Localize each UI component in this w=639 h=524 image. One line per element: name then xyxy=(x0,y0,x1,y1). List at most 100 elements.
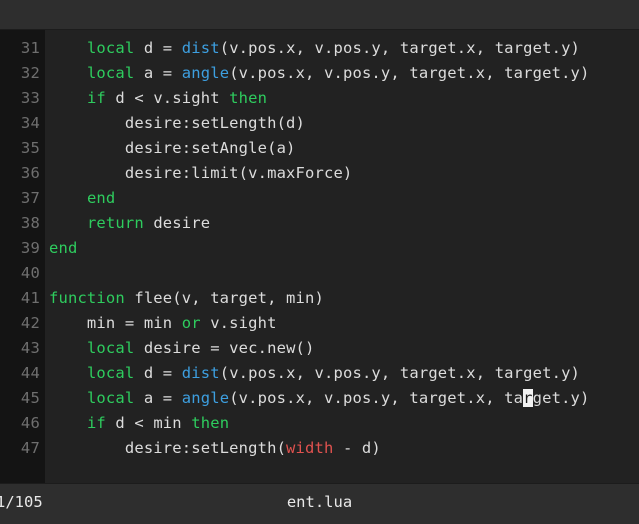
code-token-txt: get.y) xyxy=(532,389,590,407)
code-token-txt: d = xyxy=(134,39,182,57)
line-content[interactable]: desire:setAngle(a) xyxy=(45,136,639,161)
code-line[interactable]: 43 local desire = vec.new() xyxy=(0,336,639,361)
code-token-glob: width xyxy=(286,439,334,457)
line-content[interactable]: end xyxy=(45,186,639,211)
code-token-txt: desire:setLength(d) xyxy=(49,114,306,132)
code-token-fn: angle xyxy=(181,389,230,407)
code-token-txt: (v.pos.x, v.pos.y, target.x, ta xyxy=(229,389,524,407)
code-token-txt: desire xyxy=(143,214,211,232)
code-token-txt: a = xyxy=(134,64,182,82)
code-token-kw: local xyxy=(86,364,135,382)
code-token-fn: angle xyxy=(181,64,230,82)
line-content[interactable] xyxy=(45,261,639,286)
code-line[interactable]: 42 min = min or v.sight xyxy=(0,311,639,336)
text-cursor: r xyxy=(523,389,533,407)
code-token-kw: end xyxy=(86,189,116,207)
code-token-kw: return xyxy=(86,214,144,232)
code-line[interactable]: 39 end xyxy=(0,236,639,261)
code-line[interactable]: 41 function flee(v, target, min) xyxy=(0,286,639,311)
code-line[interactable]: 37 end xyxy=(0,186,639,211)
line-content[interactable]: if d < v.sight then xyxy=(45,86,639,111)
code-line[interactable]: 44 local d = dist(v.pos.x, v.pos.y, targ… xyxy=(0,361,639,386)
code-line[interactable]: 38 return desire xyxy=(0,211,639,236)
status-bar: 1/105 ent.lua xyxy=(0,483,639,524)
code-token-kw: then xyxy=(191,414,230,432)
code-token-txt: flee(v, target, min) xyxy=(124,289,324,307)
line-content[interactable]: function flee(v, target, min) xyxy=(45,286,639,311)
code-token-txt: d = xyxy=(134,364,182,382)
line-number: 34 xyxy=(0,111,45,136)
code-token-txt: (v.pos.x, v.pos.y, target.x, target.y) xyxy=(219,364,581,382)
code-line[interactable]: 47 desire:setLength(width - d) xyxy=(0,436,639,461)
code-lines-container[interactable]: 31 local d = dist(v.pos.x, v.pos.y, targ… xyxy=(0,36,639,461)
code-token-txt: v.sight xyxy=(200,314,277,332)
line-number: 44 xyxy=(0,361,45,386)
code-token-txt: desire:setLength( xyxy=(49,439,287,457)
line-content[interactable]: if d < min then xyxy=(45,411,639,436)
line-number: 45 xyxy=(0,386,45,411)
code-line[interactable]: 34 desire:setLength(d) xyxy=(0,111,639,136)
editor-window: 31 local d = dist(v.pos.x, v.pos.y, targ… xyxy=(0,0,639,524)
code-token-kw: local xyxy=(86,339,135,357)
line-content[interactable]: desire:setLength(d) xyxy=(45,111,639,136)
code-token-kw: local xyxy=(86,389,135,407)
code-token-txt: d < v.sight xyxy=(105,89,230,107)
code-token-txt: (v.pos.x, v.pos.y, target.x, target.y) xyxy=(219,39,581,57)
line-content[interactable]: local a = angle(v.pos.x, v.pos.y, target… xyxy=(45,386,639,411)
code-token-fn: dist xyxy=(181,364,220,382)
code-token-fn: dist xyxy=(181,39,220,57)
code-line[interactable]: 33 if d < v.sight then xyxy=(0,86,639,111)
line-number: 46 xyxy=(0,411,45,436)
code-token-txt: (v.pos.x, v.pos.y, target.x, target.y) xyxy=(229,64,590,82)
code-token-kw: then xyxy=(229,89,268,107)
line-content[interactable]: return desire xyxy=(45,211,639,236)
code-line[interactable]: 40 xyxy=(0,261,639,286)
code-line[interactable]: 46 if d < min then xyxy=(0,411,639,436)
code-token-kw: if xyxy=(86,414,106,432)
line-number: 36 xyxy=(0,161,45,186)
line-content[interactable]: desire:limit(v.maxForce) xyxy=(45,161,639,186)
code-token-kw: if xyxy=(86,89,106,107)
code-line[interactable]: 31 local d = dist(v.pos.x, v.pos.y, targ… xyxy=(0,36,639,61)
code-token-txt: desire:limit(v.maxForce) xyxy=(49,164,353,182)
line-number: 38 xyxy=(0,211,45,236)
code-editor-area[interactable]: 31 local d = dist(v.pos.x, v.pos.y, targ… xyxy=(0,30,639,483)
line-content[interactable]: local desire = vec.new() xyxy=(45,336,639,361)
line-number: 40 xyxy=(0,261,45,286)
code-token-txt: a = xyxy=(134,389,182,407)
line-number: 33 xyxy=(0,86,45,111)
line-content[interactable]: end xyxy=(45,236,639,261)
line-number: 32 xyxy=(0,61,45,86)
line-content[interactable]: min = min or v.sight xyxy=(45,311,639,336)
code-line[interactable]: 32 local a = angle(v.pos.x, v.pos.y, tar… xyxy=(0,61,639,86)
code-token-txt: min = min xyxy=(49,314,182,332)
status-filename: ent.lua xyxy=(286,493,353,511)
code-token-txt: d < min xyxy=(105,414,192,432)
line-number: 41 xyxy=(0,286,45,311)
line-number: 35 xyxy=(0,136,45,161)
code-token-txt: - d) xyxy=(333,439,381,457)
line-content[interactable]: desire:setLength(width - d) xyxy=(45,436,639,461)
title-bar xyxy=(0,0,639,30)
line-number: 39 xyxy=(0,236,45,261)
line-content[interactable]: local d = dist(v.pos.x, v.pos.y, target.… xyxy=(45,361,639,386)
line-number: 47 xyxy=(0,436,45,461)
code-line[interactable]: 36 desire:limit(v.maxForce) xyxy=(0,161,639,186)
code-line[interactable]: 45 local a = angle(v.pos.x, v.pos.y, tar… xyxy=(0,386,639,411)
line-content[interactable]: local d = dist(v.pos.x, v.pos.y, target.… xyxy=(45,36,639,61)
line-number: 31 xyxy=(0,36,45,61)
line-content[interactable]: local a = angle(v.pos.x, v.pos.y, target… xyxy=(45,61,639,86)
code-token-txt: desire = vec.new() xyxy=(134,339,315,357)
code-token-kw: local xyxy=(86,64,135,82)
line-number: 42 xyxy=(0,311,45,336)
line-number: 43 xyxy=(0,336,45,361)
code-line[interactable]: 35 desire:setAngle(a) xyxy=(0,136,639,161)
